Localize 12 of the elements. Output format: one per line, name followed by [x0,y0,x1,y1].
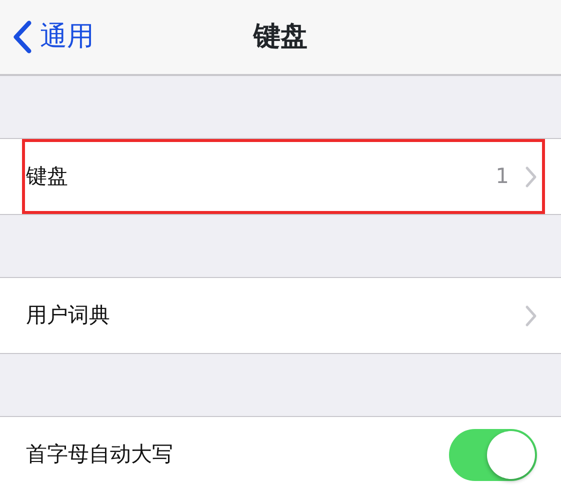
back-chevron-icon [12,20,32,54]
row-label: 键盘 [26,162,69,190]
row-value: 1 [496,162,509,190]
row-label: 用户词典 [26,302,111,329]
settings-row[interactable]: 键盘 1 [22,139,545,214]
chevron-icon [525,304,537,326]
chevron-icon [525,166,537,188]
back-button[interactable]: 通用 [0,0,94,74]
settings-row[interactable]: 用户词典 [0,278,561,353]
toggle-switch[interactable] [449,428,537,480]
page-title: 键盘 [254,21,308,52]
row-label: 首字母自动大写 [26,440,174,468]
